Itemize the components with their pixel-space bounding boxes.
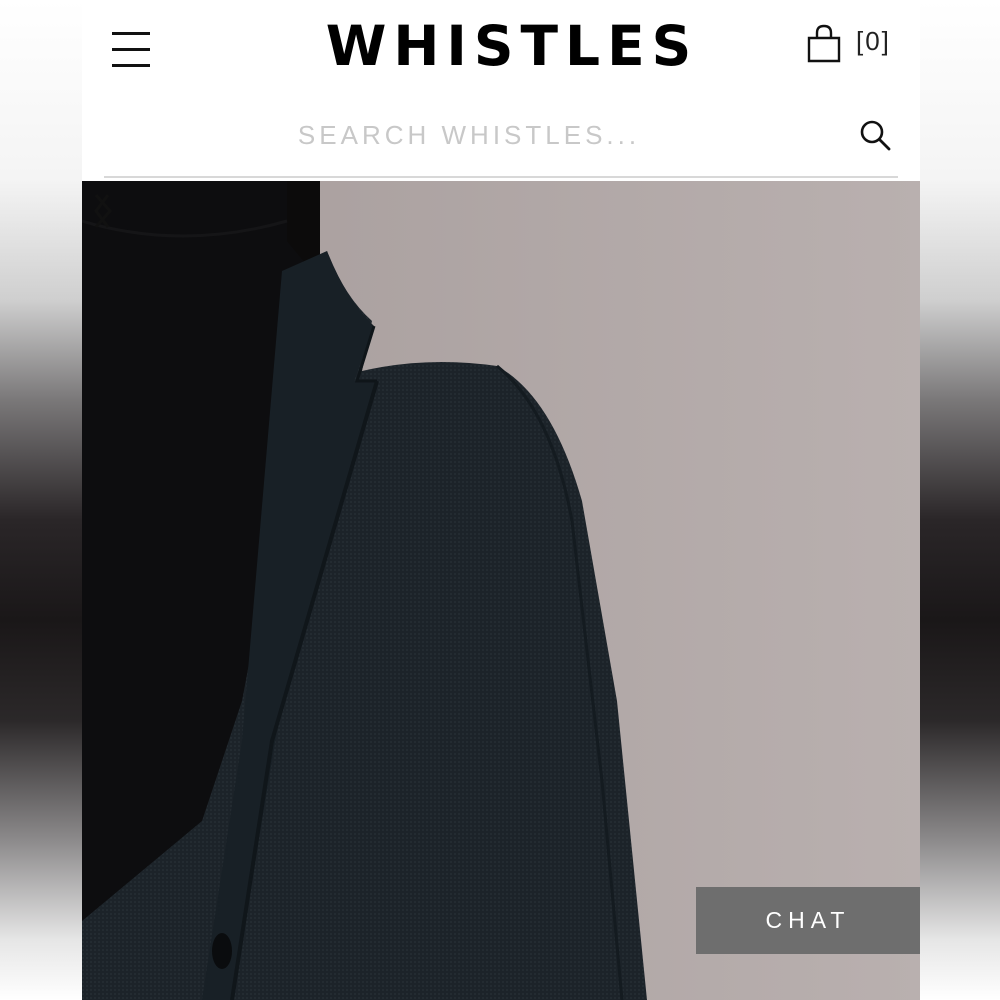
brand-logo[interactable]: WHISTLES: [282, 10, 742, 82]
search-underline: [104, 176, 898, 178]
cart-count[interactable]: [0]: [856, 24, 891, 58]
chat-button[interactable]: CHAT: [696, 887, 920, 954]
mobile-page: WHISTLES [0] SEARCH WHISTLES... CHAT: [82, 0, 920, 1000]
site-header: WHISTLES [0]: [82, 0, 920, 180]
shopping-bag-icon[interactable]: [806, 24, 842, 64]
search-input[interactable]: [104, 110, 834, 160]
hamburger-menu-icon[interactable]: [110, 30, 152, 70]
search-icon[interactable]: [858, 118, 892, 152]
chevron-right-icon[interactable]: [82, 181, 122, 241]
product-photo: [82, 181, 920, 1000]
product-image-carousel[interactable]: CHAT: [82, 181, 920, 1000]
